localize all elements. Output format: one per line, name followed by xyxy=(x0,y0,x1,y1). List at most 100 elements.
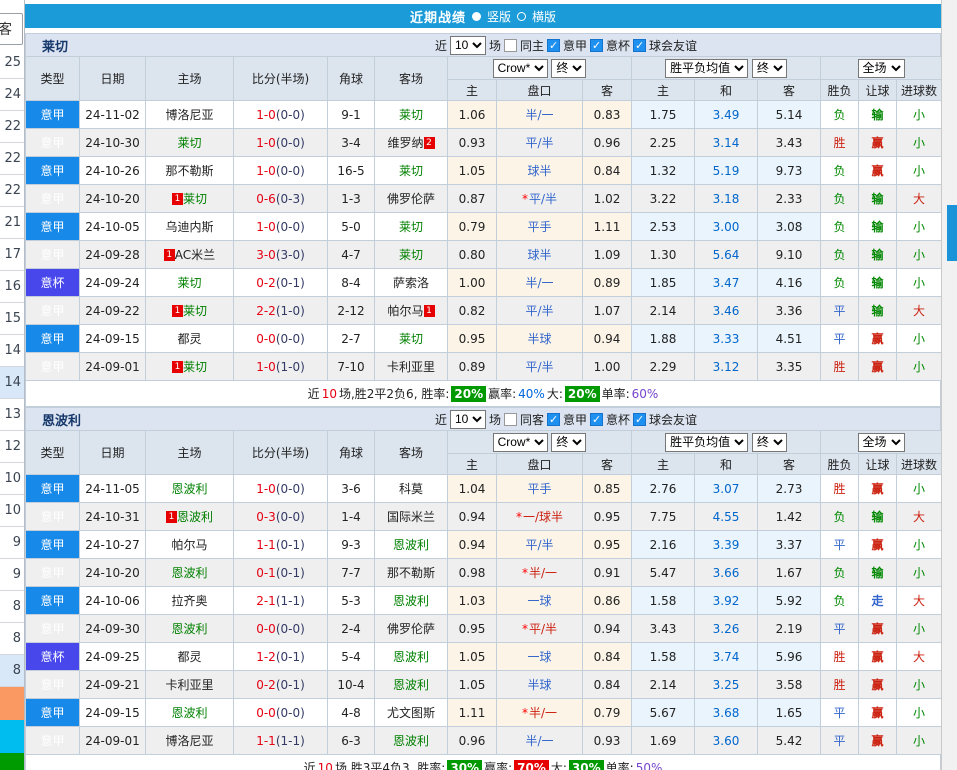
team-link: 博洛尼亚 xyxy=(165,108,213,122)
corners-cell: 7-7 xyxy=(328,559,375,587)
date-cell: 24-09-25 xyxy=(80,643,146,671)
avg-home-cell: 2.14 xyxy=(632,297,695,325)
col-home: 主场 xyxy=(146,431,234,475)
away-team-cell: 那不勒斯 xyxy=(375,559,448,587)
serie-a-checkbox[interactable] xyxy=(547,413,560,426)
col-corner: 角球 xyxy=(328,431,375,475)
away-team-cell: 莱切 xyxy=(375,157,448,185)
summary-record: 场,胜3平4负3, 胜率: xyxy=(335,759,445,770)
sub-avg-draw: 和 xyxy=(695,80,758,101)
handicap-result-cell: 输 xyxy=(859,213,897,241)
reversed-handicap-star: * xyxy=(522,192,528,206)
horizontal-layout-radio[interactable] xyxy=(517,12,526,21)
home-team-cell: 1恩波利 xyxy=(146,503,234,531)
team-link: 恩波利 xyxy=(393,734,429,748)
avg-away-cell: 2.19 xyxy=(758,615,821,643)
goals-result-cell: 小 xyxy=(897,699,941,727)
rail-partial-cell: 客 xyxy=(0,13,23,45)
team-link: 恩波利 xyxy=(177,510,213,524)
scrollbar-thumb[interactable] xyxy=(947,205,957,261)
team-section-header: 莱切 近 10 场 同主 意甲 意杯 球会友谊 xyxy=(25,33,941,56)
goals-result-cell: 大 xyxy=(897,185,941,213)
corners-cell: 10-4 xyxy=(328,671,375,699)
home-odds-cell: 1.04 xyxy=(448,475,497,503)
avg-home-cell: 1.32 xyxy=(632,157,695,185)
coppa-italia-checkbox[interactable] xyxy=(590,39,603,52)
home-team-cell: 恩波利 xyxy=(146,615,234,643)
date-cell: 24-10-30 xyxy=(80,129,146,157)
date-cell: 24-09-15 xyxy=(80,325,146,353)
standings-points-cell: 8 xyxy=(0,623,24,655)
odds-time-select[interactable]: 终 xyxy=(551,433,586,452)
goals-result-cell: 小 xyxy=(897,671,941,699)
club-friendly-checkbox[interactable] xyxy=(633,39,646,52)
corners-cell: 4-8 xyxy=(328,699,375,727)
same-away-checkbox[interactable] xyxy=(504,413,517,426)
filter-controls: 近 10 场 同主 意甲 意杯 球会友谊 xyxy=(192,36,940,55)
avg-draw-cell: 3.14 xyxy=(695,129,758,157)
away-odds-cell: 1.07 xyxy=(583,297,632,325)
standings-zone-color xyxy=(0,687,24,720)
handicap-cell: 平手 xyxy=(497,475,583,503)
serie-a-checkbox[interactable] xyxy=(547,39,560,52)
standings-points-cell: 9 xyxy=(0,527,24,559)
sub-avg-home: 主 xyxy=(632,454,695,475)
home-team-cell: 拉齐奥 xyxy=(146,587,234,615)
avg-home-cell: 1.85 xyxy=(632,269,695,297)
team-link: 佛罗伦萨 xyxy=(387,192,435,206)
wdl-result-cell: 负 xyxy=(821,157,859,185)
home-odds-cell: 0.82 xyxy=(448,297,497,325)
club-friendly-checkbox[interactable] xyxy=(633,413,646,426)
red-card-badge: 1 xyxy=(172,193,183,205)
same-home-checkbox[interactable] xyxy=(504,39,517,52)
coppa-italia-checkbox[interactable] xyxy=(590,413,603,426)
standings-points-cell: 14 xyxy=(0,367,24,399)
big-rate-badge: 20% xyxy=(565,386,600,402)
bookmaker-select[interactable]: Crow* xyxy=(493,59,548,78)
col-score: 比分(半场) xyxy=(234,431,328,475)
odds-time-select[interactable]: 终 xyxy=(551,59,586,78)
team-link: 帕尔马 xyxy=(171,538,207,552)
goals-result-cell: 小 xyxy=(897,269,941,297)
team-link: 乌迪内斯 xyxy=(165,220,213,234)
handicap-cell: 半/一 xyxy=(497,101,583,129)
away-odds-cell: 0.86 xyxy=(583,587,632,615)
match-count-select[interactable]: 10 xyxy=(450,36,486,55)
club-friendly-label: 球会友谊 xyxy=(649,37,697,54)
win-rate-badge: 30% xyxy=(447,760,482,770)
wdl-result-cell: 负 xyxy=(821,559,859,587)
team-link: 维罗纳 xyxy=(387,136,423,150)
bookmaker-select[interactable]: Crow* xyxy=(493,433,548,452)
match-row: 意甲24-09-21卡利亚里0-2(0-1)10-4恩波利1.05半球0.842… xyxy=(26,671,942,699)
handicap-result-cell: 输 xyxy=(859,297,897,325)
handicap-cell: *半/一 xyxy=(497,699,583,727)
win-rate-badge: 20% xyxy=(451,386,486,402)
home-odds-cell: 1.00 xyxy=(448,269,497,297)
avg-time-select[interactable]: 终 xyxy=(752,433,787,452)
avg-away-cell: 1.42 xyxy=(758,503,821,531)
vertical-layout-radio[interactable] xyxy=(472,12,481,21)
full-match-select[interactable]: 全场 xyxy=(858,59,905,78)
league-type-cell: 意甲 xyxy=(26,129,80,157)
avg-draw-cell: 3.68 xyxy=(695,699,758,727)
avg-draw-cell: 3.18 xyxy=(695,185,758,213)
league-type-cell: 意甲 xyxy=(26,353,80,381)
match-row: 意甲24-09-30恩波利0-0(0-0)2-4佛罗伦萨0.95*平/半0.94… xyxy=(26,615,942,643)
home-team-cell: 都灵 xyxy=(146,643,234,671)
col-type: 类型 xyxy=(26,57,80,101)
handicap-cell: 平/半 xyxy=(497,353,583,381)
handicap-result-cell: 赢 xyxy=(859,129,897,157)
scrollbar-track[interactable] xyxy=(941,0,957,770)
match-count-select[interactable]: 10 xyxy=(450,410,486,429)
team-link: 恩波利 xyxy=(171,566,207,580)
team-link: 恩波利 xyxy=(171,482,207,496)
avg-draw-cell: 3.25 xyxy=(695,671,758,699)
full-match-select[interactable]: 全场 xyxy=(858,433,905,452)
standings-points-cell: 8 xyxy=(0,591,24,623)
league-type-cell: 意甲 xyxy=(26,101,80,129)
home-team-cell: 恩波利 xyxy=(146,559,234,587)
wdl-average-select[interactable]: 胜平负均值 xyxy=(665,433,748,452)
avg-draw-cell: 3.46 xyxy=(695,297,758,325)
avg-time-select[interactable]: 终 xyxy=(752,59,787,78)
wdl-average-select[interactable]: 胜平负均值 xyxy=(665,59,748,78)
